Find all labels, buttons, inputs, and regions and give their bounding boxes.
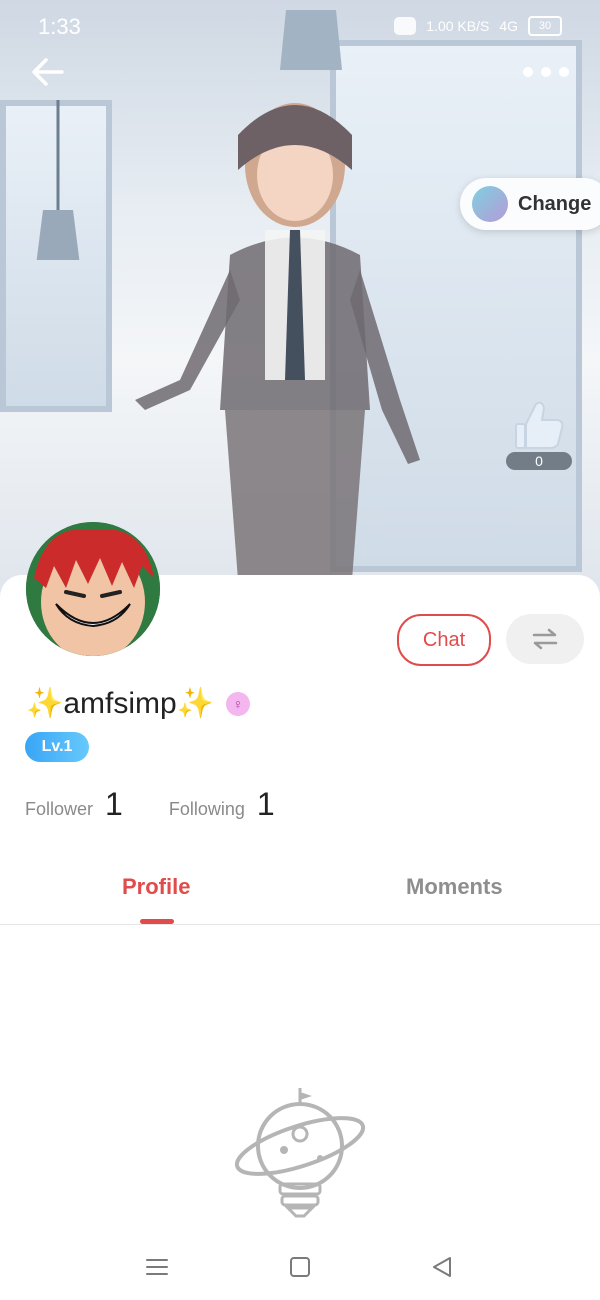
- avatar-image: [26, 522, 160, 656]
- swap-arrows-icon: [532, 628, 558, 650]
- profile-tabs: Profile Moments: [0, 866, 600, 925]
- username: ✨amfsimp✨: [26, 687, 215, 720]
- system-nav-bar: [0, 1230, 600, 1300]
- triangle-back-icon[interactable]: [428, 1252, 458, 1282]
- active-tab-indicator: [140, 919, 174, 924]
- level-badge: Lv.1: [25, 732, 89, 762]
- female-symbol-icon: ♀: [226, 692, 250, 716]
- menu-icon[interactable]: [142, 1252, 172, 1282]
- following-label[interactable]: Following: [169, 799, 245, 820]
- swap-button[interactable]: [506, 614, 584, 664]
- like-widget[interactable]: 0: [506, 398, 572, 470]
- battery-icon: 30: [528, 16, 562, 36]
- battery-level: 30: [538, 20, 552, 32]
- net-speed: 1.00 KB/S: [426, 18, 490, 34]
- avatar[interactable]: [26, 522, 160, 656]
- status-icons: 1.00 KB/S 4G 30: [394, 16, 562, 36]
- avatar-thumbnail: [472, 186, 508, 222]
- status-bar: 1:33 1.00 KB/S 4G 30: [0, 0, 600, 52]
- profile-background: [0, 0, 600, 600]
- follow-stats: Follower 1 Following 1: [25, 786, 321, 823]
- following-count[interactable]: 1: [257, 786, 275, 823]
- change-avatar-button[interactable]: Change: [460, 178, 600, 230]
- more-dots-icon[interactable]: [518, 60, 574, 84]
- status-time: 1:33: [38, 14, 81, 39]
- change-label: Change: [518, 192, 592, 215]
- tab-moments[interactable]: Moments: [406, 874, 503, 900]
- planet-bulb-illustration: [234, 1088, 366, 1218]
- tab-profile[interactable]: Profile: [122, 874, 190, 900]
- pendant-lamp: [36, 100, 80, 260]
- follower-count[interactable]: 1: [105, 786, 123, 823]
- chat-button[interactable]: Chat: [397, 614, 491, 666]
- network-type: 4G: [499, 18, 518, 34]
- chat-label: Chat: [422, 628, 466, 651]
- arrow-left-icon[interactable]: [28, 52, 68, 92]
- thumbs-up-icon: [515, 401, 564, 449]
- square-icon[interactable]: [285, 1252, 315, 1282]
- follower-label[interactable]: Follower: [25, 799, 93, 820]
- character-illustration: [135, 103, 420, 580]
- like-count: 0: [506, 452, 572, 470]
- alarm-icon: [394, 17, 417, 35]
